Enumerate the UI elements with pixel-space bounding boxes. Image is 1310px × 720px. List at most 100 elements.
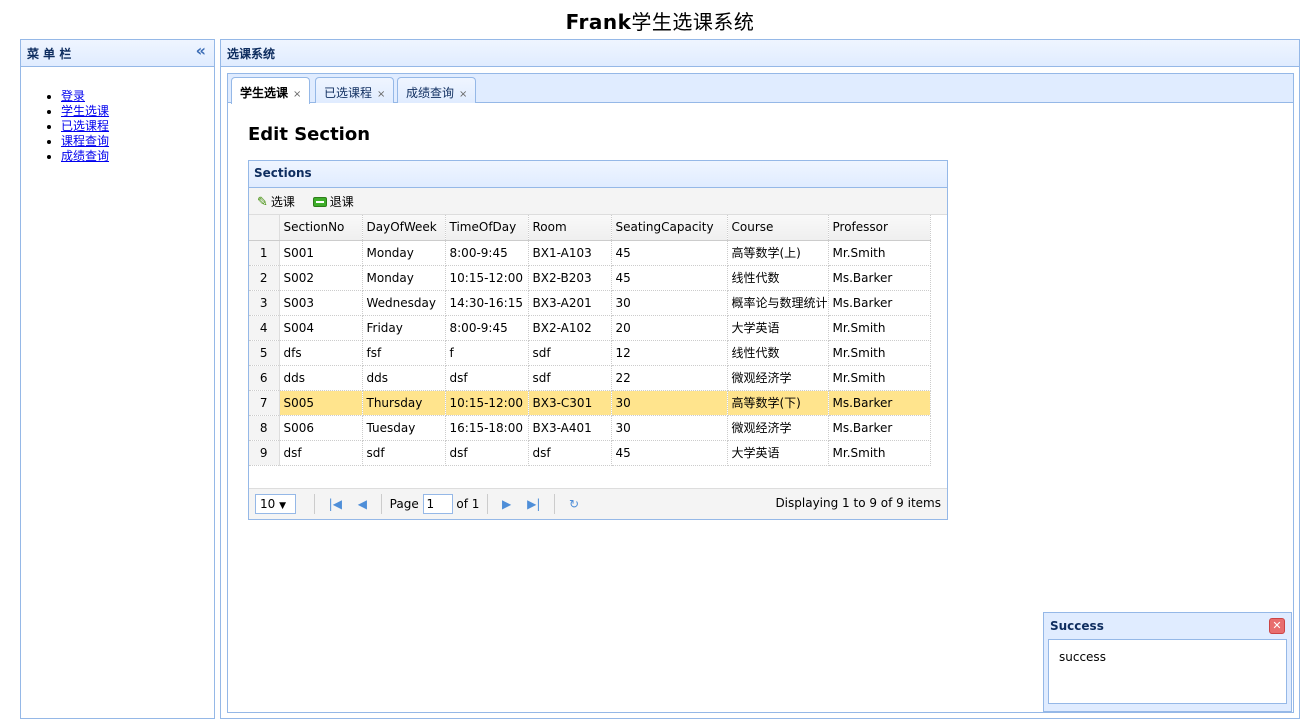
table-cell: 微观经济学 xyxy=(727,365,829,391)
table-cell: Friday xyxy=(362,315,446,341)
table-row[interactable]: 6 dds dds dsf sdf 22 微观经济学 Mr.Smith xyxy=(249,365,931,391)
column-header[interactable]: Room xyxy=(528,215,612,241)
table-cell: Ms.Barker xyxy=(828,290,931,316)
table-cell: sdf xyxy=(528,365,612,391)
page-of-label: of 1 xyxy=(456,497,480,511)
row-number: 9 xyxy=(249,440,280,466)
page-size-value: 10 xyxy=(260,497,276,511)
tab-selected-courses[interactable]: 已选课程 × xyxy=(315,77,395,103)
grid-toolbar: ✎ 选课 退课 xyxy=(249,188,947,215)
refresh-icon[interactable]: ↻ xyxy=(569,497,579,511)
select-course-button[interactable]: ✎ 选课 xyxy=(257,193,295,210)
table-cell: dsf xyxy=(445,440,529,466)
center-panel-header: 选课系统 xyxy=(221,40,1299,67)
select-course-label: 选课 xyxy=(270,195,295,209)
menu-panel-title: 菜 单 栏 xyxy=(27,47,72,61)
column-header[interactable]: TimeOfDay xyxy=(445,215,529,241)
menu-link-course-query[interactable]: 课程查询 xyxy=(61,134,109,148)
table-row[interactable]: 3 S003 Wednesday 14:30-16:15 BX3-A201 30 概率论与数… xyxy=(249,290,931,316)
close-icon[interactable]: ✕ xyxy=(1269,618,1285,634)
column-header[interactable]: Course xyxy=(727,215,829,241)
table-row[interactable]: 5 dfs fsf f sdf 12 线性代数 Mr.Smith xyxy=(249,340,931,366)
table-cell: S002 xyxy=(279,265,363,291)
table-cell: S005 xyxy=(279,390,363,416)
tab-label: 成绩查询 xyxy=(406,86,455,100)
table-cell: 45 xyxy=(611,240,728,266)
menu-item-course-query: 课程查询 xyxy=(61,134,214,149)
table-cell: Mr.Smith xyxy=(828,315,931,341)
table-cell: sdf xyxy=(362,440,446,466)
table-cell: S006 xyxy=(279,415,363,441)
table-cell: 微观经济学 xyxy=(727,415,829,441)
row-number-header xyxy=(249,215,280,241)
table-cell: f xyxy=(445,340,529,366)
table-cell: Mr.Smith xyxy=(828,340,931,366)
table-row[interactable]: 7 S005 Thursday 10:15-12:00 BX3-C301 30 高等数学(下… xyxy=(249,390,931,416)
column-header[interactable]: SectionNo xyxy=(279,215,363,241)
table-body: 1 S001 Monday 8:00-9:45 BX1-A103 45 高等数学(上) Mr.… xyxy=(249,240,931,466)
table-cell: 30 xyxy=(611,290,728,316)
table-cell: 线性代数 xyxy=(727,265,829,291)
row-number: 7 xyxy=(249,390,280,416)
table-cell: BX2-B203 xyxy=(528,265,612,291)
table-cell: 22 xyxy=(611,365,728,391)
table-cell: 大学英语 xyxy=(727,315,829,341)
table-cell: 12 xyxy=(611,340,728,366)
menu-panel: 菜 单 栏 « 登录 学生选课 已选课程 课程查询 成绩查询 xyxy=(20,39,215,719)
tab-close-icon[interactable]: × xyxy=(293,89,301,100)
pager-info: Displaying 1 to 9 of 9 items xyxy=(775,496,941,510)
table-cell: sdf xyxy=(528,340,612,366)
table-header-row: SectionNo DayOfWeek TimeOfDay Room Seati… xyxy=(249,215,931,241)
table-cell: 10:15-12:00 xyxy=(445,265,529,291)
table-cell: 30 xyxy=(611,415,728,441)
tab-close-icon[interactable]: × xyxy=(377,89,385,100)
table-cell: Thursday xyxy=(362,390,446,416)
prev-page-icon[interactable]: ◀ xyxy=(358,497,367,511)
column-header[interactable]: Professor xyxy=(828,215,931,241)
menu-link-select-course[interactable]: 学生选课 xyxy=(61,104,109,118)
next-page-icon[interactable]: ▶ xyxy=(502,497,511,511)
table-row[interactable]: 8 S006 Tuesday 16:15-18:00 BX3-A401 30 微观经济学 Ms… xyxy=(249,415,931,441)
menu-panel-header: 菜 单 栏 « xyxy=(21,40,214,67)
table-row[interactable]: 9 dsf sdf dsf dsf 45 大学英语 Mr.Smith xyxy=(249,440,931,466)
pager-separator xyxy=(313,494,315,514)
table-cell: dsf xyxy=(279,440,363,466)
menu-link-selected-courses[interactable]: 已选课程 xyxy=(61,119,109,133)
table-cell: S001 xyxy=(279,240,363,266)
remove-icon xyxy=(312,197,327,207)
table-cell: 8:00-9:45 xyxy=(445,240,529,266)
row-number: 6 xyxy=(249,365,280,391)
page-label: Page xyxy=(389,497,419,511)
tab-label: 学生选课 xyxy=(240,86,289,100)
table-cell: BX3-A401 xyxy=(528,415,612,441)
app-title: Frank学生选课系统 xyxy=(0,6,1310,35)
drop-course-button[interactable]: 退课 xyxy=(312,193,354,210)
table-row[interactable]: 2 S002 Monday 10:15-12:00 BX2-B203 45 线性代数 Ms.B… xyxy=(249,265,931,291)
page-number-input[interactable] xyxy=(422,494,453,514)
row-number: 5 xyxy=(249,340,280,366)
table-cell: 30 xyxy=(611,390,728,416)
menu-link-grade-query[interactable]: 成绩查询 xyxy=(61,149,109,163)
last-page-icon[interactable]: ▶| xyxy=(527,497,540,511)
message-body: success xyxy=(1048,639,1287,704)
menu-link-login[interactable]: 登录 xyxy=(61,89,85,103)
menu-list: 登录 学生选课 已选课程 课程查询 成绩查询 xyxy=(21,67,214,164)
tabs-header: 学生选课 × 已选课程 × 成绩查询 × xyxy=(228,74,1293,104)
tab-close-icon[interactable]: × xyxy=(459,89,467,100)
message-header: Success ✕ xyxy=(1048,617,1287,639)
first-page-icon[interactable]: |◀ xyxy=(329,497,342,511)
table-row[interactable]: 4 S004 Friday 8:00-9:45 BX2-A102 20 大学英语 Mr.Smi… xyxy=(249,315,931,341)
column-header[interactable]: DayOfWeek xyxy=(362,215,446,241)
tab-grade-query[interactable]: 成绩查询 × xyxy=(397,77,477,103)
table-cell: 概率论与数理统计 xyxy=(727,290,829,316)
pager-separator xyxy=(487,494,489,514)
column-header[interactable]: SeatingCapacity xyxy=(611,215,728,241)
dropdown-arrow-icon: ▼ xyxy=(279,501,287,511)
page-size-select[interactable]: 10 ▼ xyxy=(255,494,296,514)
collapse-left-icon[interactable]: « xyxy=(196,43,206,59)
app-title-cn: 学生选课系统 xyxy=(631,10,755,34)
table-row[interactable]: 1 S001 Monday 8:00-9:45 BX1-A103 45 高等数学(上) Mr.… xyxy=(249,240,931,266)
tab-select-course[interactable]: 学生选课 × xyxy=(231,77,311,104)
table-cell: 10:15-12:00 xyxy=(445,390,529,416)
grid-title: Sections xyxy=(249,161,947,188)
